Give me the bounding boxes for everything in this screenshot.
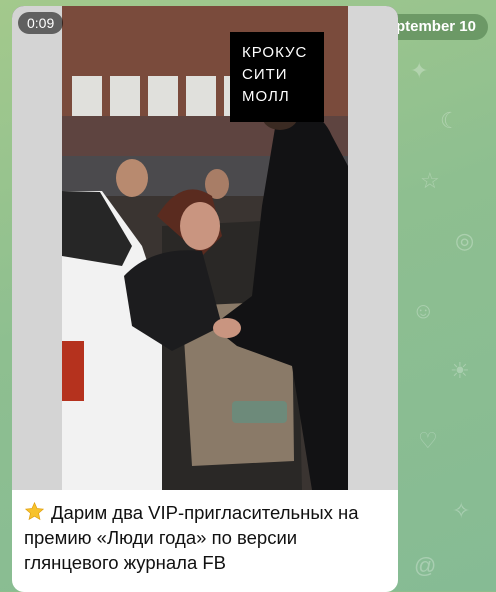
video-pillarbox-right: [348, 6, 398, 490]
heart-doodle-icon: ♡: [418, 428, 438, 453]
rocket-doodle-icon: ✦: [410, 58, 429, 83]
video-pillarbox-left: [12, 6, 62, 490]
video-player[interactable]: 0:09 КРОКУС СИТИ МОЛЛ: [12, 6, 398, 490]
spiral-doodle-icon: @: [414, 553, 437, 578]
star-doodle-icon: ☆: [420, 168, 440, 193]
message-bubble[interactable]: 0:09 КРОКУС СИТИ МОЛЛ Дарим два VIP-приг…: [12, 6, 398, 592]
brand-logo: КРОКУС СИТИ МОЛЛ: [230, 32, 324, 122]
cat-doodle-icon: ☺: [412, 298, 435, 323]
logo-line-3: МОЛЛ: [242, 88, 290, 105]
message-caption: Дарим два VIP-пригласительных на премию …: [24, 500, 392, 575]
logo-line-1: КРОКУС: [242, 44, 308, 61]
caption-text: Дарим два VIP-пригласительных на премию …: [24, 502, 359, 573]
sun-doodle-icon: ☀: [450, 358, 470, 383]
moon-doodle-icon: ☾: [440, 108, 460, 133]
star-icon: [24, 501, 45, 521]
logo-line-2: СИТИ: [242, 66, 288, 83]
video-duration-badge: 0:09: [18, 12, 64, 34]
star-doodle-icon: ✧: [452, 498, 471, 523]
planet-doodle-icon: ◎: [455, 228, 475, 253]
